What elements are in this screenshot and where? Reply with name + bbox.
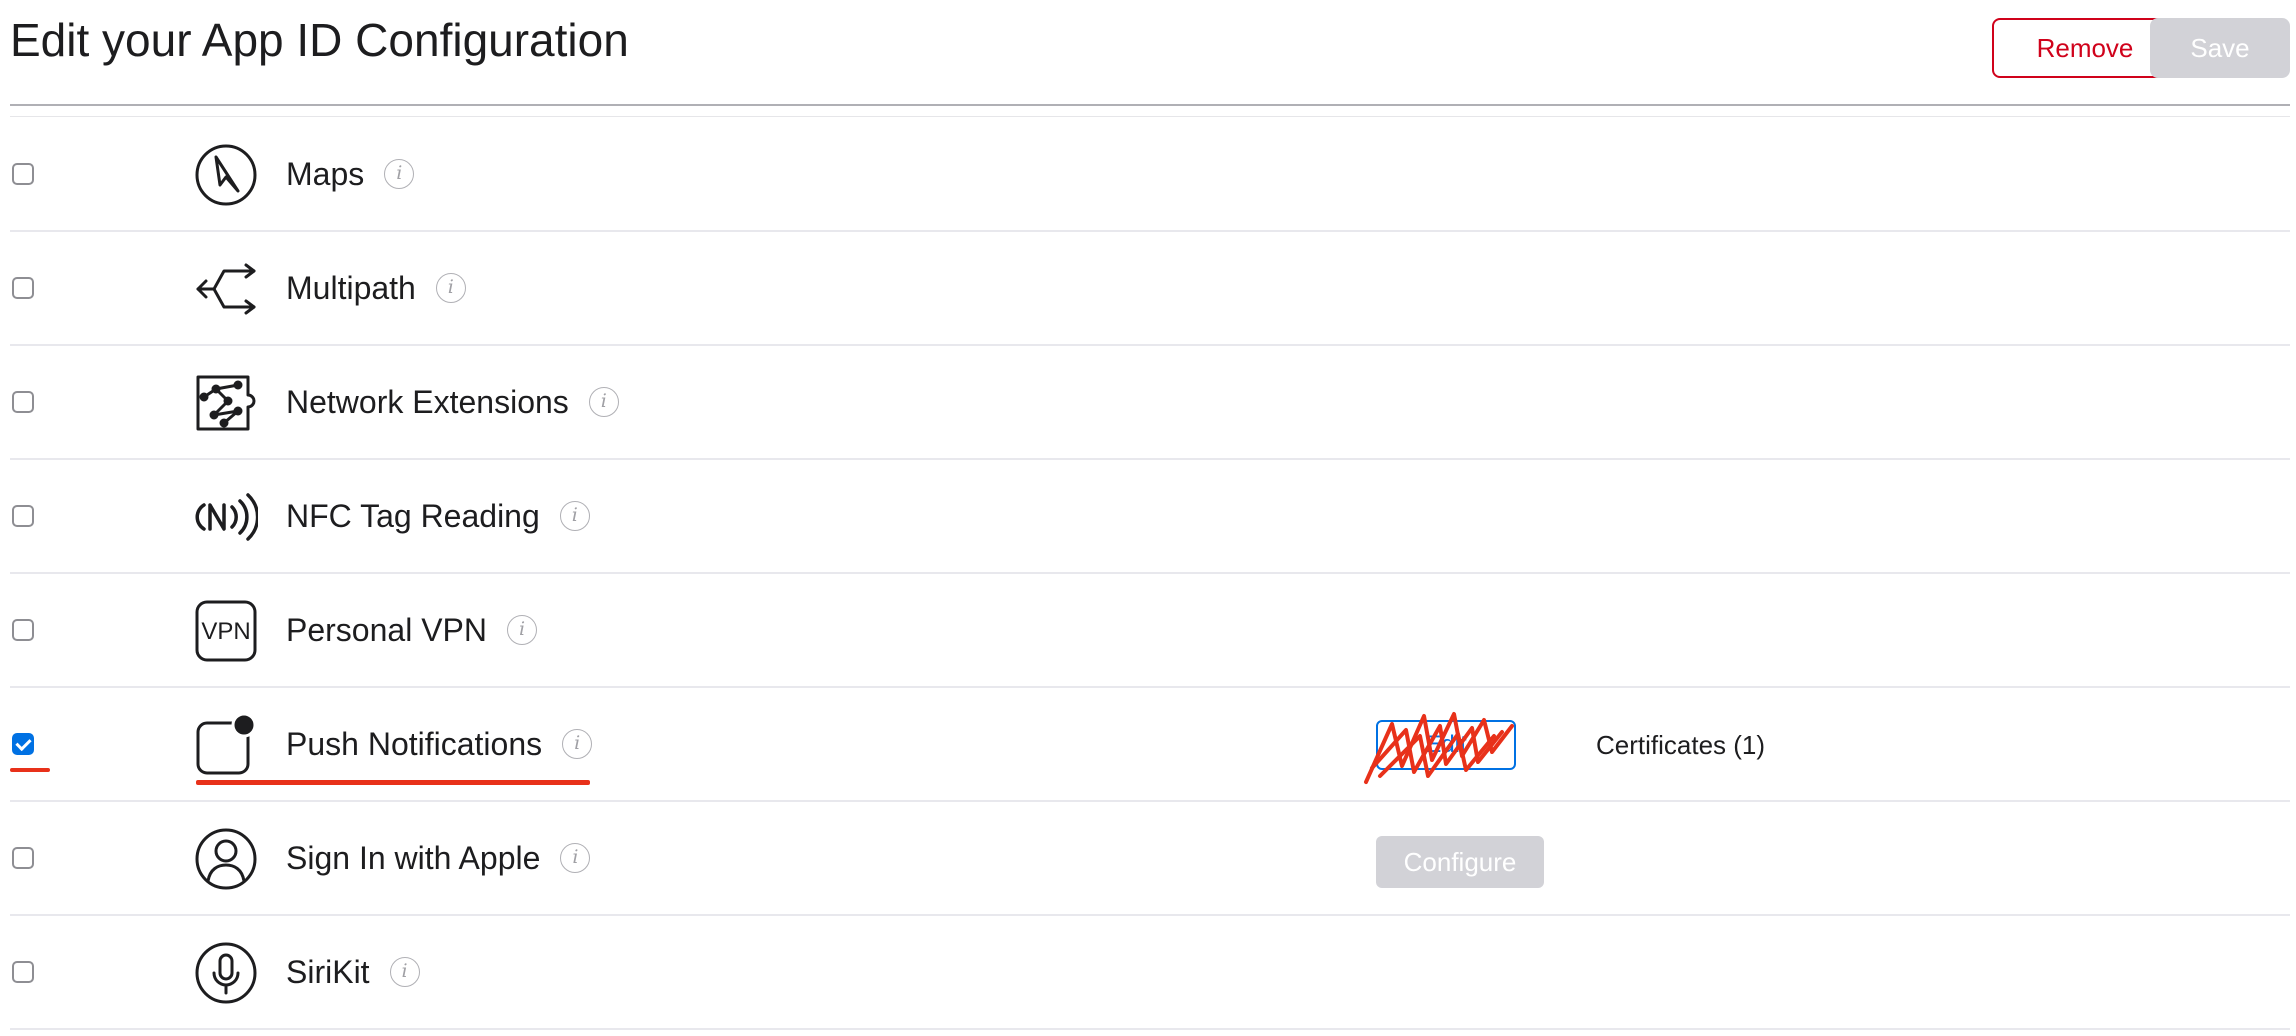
row-divider — [10, 1028, 2290, 1030]
capability-label: Personal VPN i — [286, 610, 537, 650]
capability-name: Sign In with Apple — [286, 840, 541, 876]
capability-row-network-extensions: Network Extensions i — [0, 346, 2296, 460]
configure-button[interactable]: Configure — [1376, 836, 1544, 888]
capability-row-multipath: Multipath i — [0, 232, 2296, 346]
info-icon[interactable]: i — [588, 386, 619, 417]
capability-label: NFC Tag Reading i — [286, 496, 590, 536]
puzzle-network-icon — [194, 371, 258, 435]
multipath-arrows-icon — [194, 257, 258, 321]
info-icon[interactable]: i — [560, 842, 591, 873]
capability-name: Maps — [286, 156, 365, 192]
info-icon[interactable]: i — [435, 272, 466, 303]
capability-label: Sign In with Apple i — [286, 838, 591, 878]
capability-row-sign-in-with-apple: Sign In with Apple i Configure — [0, 802, 2296, 916]
person-icon — [194, 827, 258, 891]
capability-row-personal-vpn: VPN Personal VPN i — [0, 574, 2296, 688]
maps-checkbox[interactable] — [12, 163, 34, 185]
svg-text:VPN: VPN — [201, 618, 250, 645]
capability-name: Personal VPN — [286, 612, 487, 648]
personal-vpn-checkbox[interactable] — [12, 619, 34, 641]
notification-badge-icon — [194, 713, 258, 777]
nfc-tag-reading-checkbox[interactable] — [12, 505, 34, 527]
push-notifications-checkbox[interactable] — [12, 733, 34, 755]
multipath-checkbox[interactable] — [12, 277, 34, 299]
compass-icon — [194, 143, 258, 207]
capability-name: Multipath — [286, 270, 416, 306]
capability-row-nfc-tag-reading: NFC Tag Reading i — [0, 460, 2296, 574]
page-header: Edit your App ID Configuration Remove Sa… — [0, 0, 2296, 117]
info-icon[interactable]: i — [559, 500, 590, 531]
nfc-icon — [194, 485, 258, 549]
vpn-icon: VPN — [194, 599, 258, 663]
page-title: Edit your App ID Configuration — [10, 14, 629, 66]
sign-in-with-apple-checkbox[interactable] — [12, 847, 34, 869]
microphone-icon — [194, 941, 258, 1005]
header-divider — [10, 104, 2290, 106]
network-extensions-checkbox[interactable] — [12, 391, 34, 413]
capability-label: Maps i — [286, 154, 415, 194]
capability-label: Multipath i — [286, 268, 466, 308]
capability-name: SiriKit — [286, 954, 370, 990]
capability-row-push-notifications: Push Notifications i Edit Certificates (1… — [0, 688, 2296, 802]
capability-label: SiriKit i — [286, 952, 420, 992]
capability-row-maps: Maps i — [0, 118, 2296, 232]
annotation-underline-label — [196, 780, 590, 785]
info-icon[interactable]: i — [389, 956, 420, 987]
capability-label: Push Notifications i — [286, 724, 593, 764]
info-icon[interactable]: i — [506, 614, 537, 645]
capability-name: Push Notifications — [286, 726, 543, 762]
info-icon[interactable]: i — [562, 728, 593, 759]
save-button[interactable]: Save — [2150, 18, 2290, 78]
capability-label: Network Extensions i — [286, 382, 619, 422]
capability-name: Network Extensions — [286, 384, 569, 420]
certificates-count: Certificates (1) — [1596, 730, 1766, 760]
list-top-divider — [10, 116, 2290, 117]
sirikit-checkbox[interactable] — [12, 961, 34, 983]
edit-button[interactable]: Edit — [1376, 720, 1516, 770]
capability-name: NFC Tag Reading — [286, 498, 540, 534]
annotation-underline-checkbox — [10, 768, 50, 772]
capability-row-sirikit: SiriKit i — [0, 916, 2296, 1030]
info-icon[interactable]: i — [384, 158, 415, 189]
